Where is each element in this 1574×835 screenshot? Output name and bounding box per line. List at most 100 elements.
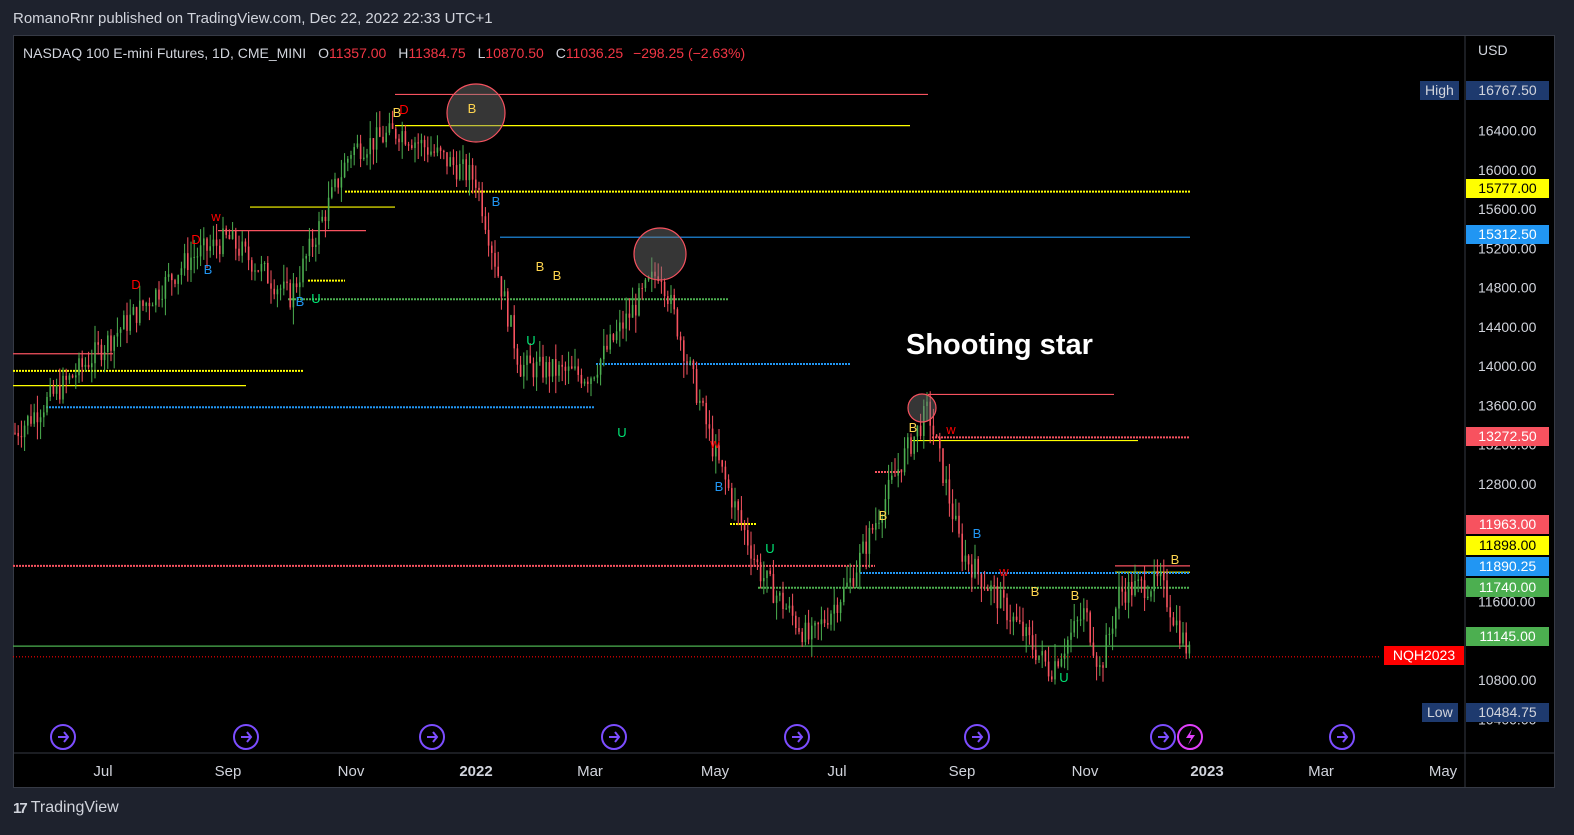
price-bar-body [846, 582, 848, 588]
price-bar [833, 588, 835, 631]
price-chart[interactable]: BBBBBBBBBBBBBBDDDwwwwUUUUU 10400.0010800… [0, 0, 1574, 835]
price-bar-body [900, 469, 903, 473]
price-bar-body [769, 570, 771, 574]
dividend-event-icon[interactable] [964, 724, 990, 750]
price-bar-body [523, 364, 525, 377]
price-bar [459, 150, 461, 181]
price-bar-body [967, 555, 970, 565]
price-bar-body [1067, 639, 1069, 654]
lightning-icon [1186, 729, 1195, 745]
price-bar-body [993, 585, 995, 587]
price-bar [795, 611, 797, 635]
price-bar-body [1051, 676, 1053, 680]
signal-marker: U [765, 541, 774, 556]
price-bar [590, 376, 592, 397]
level-badge: 11890.25 [1466, 557, 1549, 576]
price-bar [875, 507, 877, 541]
shooting-star-annotation[interactable]: Shooting star [906, 329, 1093, 362]
price-bar-body [497, 266, 499, 277]
price-bar [353, 143, 355, 166]
price-bar [263, 261, 266, 272]
earnings-event-icon[interactable] [1177, 724, 1203, 750]
price-bar [135, 306, 138, 333]
price-bar-body [1022, 621, 1024, 637]
price-bar-body [382, 136, 384, 143]
price-bar [756, 554, 759, 570]
price-bar-body [1009, 620, 1011, 622]
price-bar-body [71, 375, 74, 378]
price-bar-body [551, 359, 554, 377]
price-bar [766, 570, 768, 593]
price-bar [411, 139, 413, 150]
price-bar [823, 610, 826, 628]
price-bar-body [977, 558, 979, 575]
price-bar [151, 302, 154, 307]
price-bar [743, 520, 746, 545]
dividend-event-icon[interactable] [1150, 724, 1176, 750]
price-bar [1009, 604, 1011, 635]
price-bar [667, 290, 669, 312]
price-bars [14, 110, 1191, 685]
price-bar-body [455, 165, 458, 180]
signal-marker: B [204, 262, 213, 277]
price-bar-body [948, 479, 951, 504]
price-bar [276, 285, 279, 308]
price-bar-body [148, 302, 151, 307]
price-bar-body [1076, 620, 1079, 622]
dividend-event-icon[interactable] [233, 724, 259, 750]
dividend-event-icon[interactable] [601, 724, 627, 750]
tradingview-brand[interactable]: 17 TradingView [13, 799, 119, 817]
event-arrow [58, 731, 70, 743]
level-badge: 11740.00 [1466, 578, 1549, 597]
price-bar [465, 153, 467, 187]
price-bar [692, 359, 695, 384]
price-bar [1067, 636, 1069, 671]
symbol-legend[interactable]: NASDAQ 100 E-mini Futures, 1D, CME_MINI … [23, 45, 745, 61]
currency-label[interactable]: USD [1478, 42, 1508, 58]
price-bar [350, 150, 352, 169]
price-bar [737, 498, 739, 526]
price-bar-body [961, 533, 963, 562]
price-bar [1108, 627, 1111, 646]
price-bar [203, 227, 205, 260]
price-bar-body [833, 604, 835, 614]
price-bar-body [1134, 580, 1136, 596]
price-bar-body [155, 289, 157, 306]
price-bar-body [475, 179, 477, 188]
signal-marker: B [1171, 552, 1180, 567]
price-bar [449, 151, 451, 167]
price-bar [132, 304, 135, 316]
price-bar-body [343, 162, 346, 178]
price-bar-body [110, 335, 112, 351]
price-bar [395, 126, 397, 145]
price-bar [30, 404, 32, 427]
price-bar-body [270, 283, 272, 289]
price-bar-body [388, 123, 391, 133]
price-bar [1179, 605, 1181, 649]
price-bar-body [20, 436, 23, 438]
price-bar [587, 376, 589, 393]
price-bar [119, 327, 122, 347]
dividend-event-icon[interactable] [50, 724, 76, 750]
price-bar [78, 352, 80, 384]
dividend-event-icon[interactable] [784, 724, 810, 750]
price-bar [446, 152, 448, 175]
event-markers[interactable] [50, 724, 1355, 750]
price-bar [1134, 564, 1136, 597]
price-bar [407, 141, 410, 151]
dividend-event-icon[interactable] [419, 724, 445, 750]
high-badge-label: High [1420, 81, 1459, 100]
price-bar-body [868, 527, 871, 554]
signal-marker: U [311, 291, 320, 306]
price-bar [481, 182, 483, 223]
price-bar [1025, 623, 1027, 653]
price-bar-body [798, 628, 800, 632]
price-bar-body [494, 252, 496, 267]
dividend-event-icon[interactable] [1329, 724, 1355, 750]
price-bar [420, 133, 423, 157]
price-bar-body [516, 348, 519, 365]
price-bar-body [999, 590, 1002, 609]
price-bar [1127, 572, 1130, 619]
price-bar [254, 263, 256, 281]
low-value: 10870.50 [485, 45, 544, 61]
